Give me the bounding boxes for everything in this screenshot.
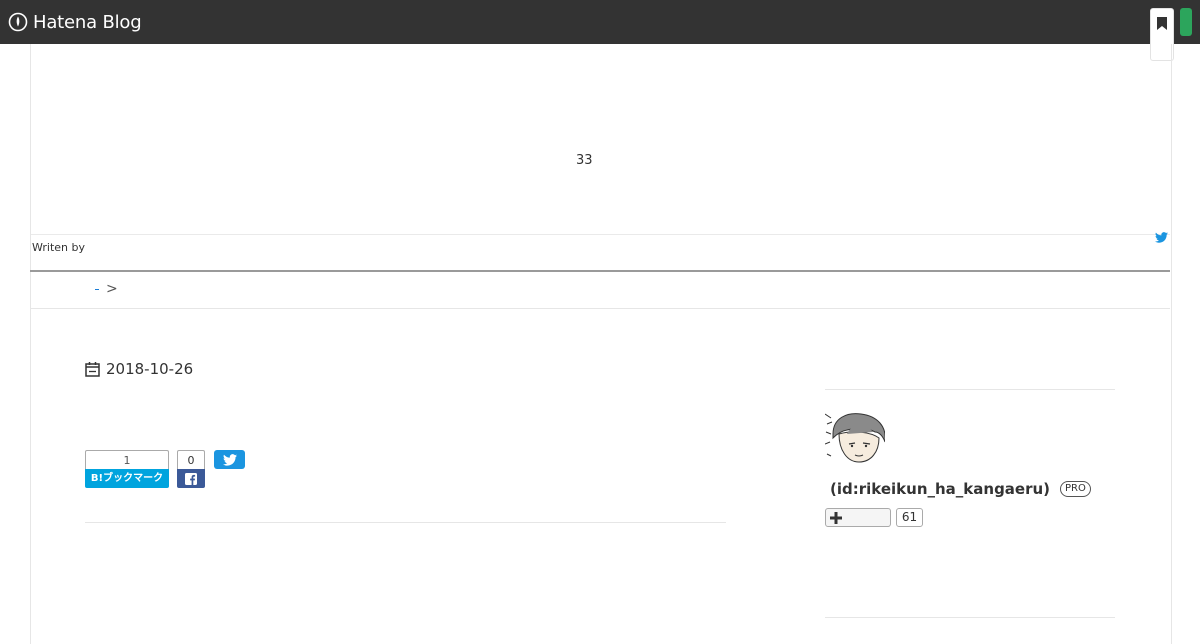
hatena-bookmark-count: 1 bbox=[85, 450, 169, 469]
hatena-bookmark-label: B!ブックマーク bbox=[85, 469, 169, 488]
twitter-share-button[interactable] bbox=[214, 450, 245, 469]
avatar-image bbox=[825, 410, 885, 465]
breadcrumb: > bbox=[30, 272, 1170, 309]
hatena-logo-icon bbox=[8, 12, 28, 32]
divider bbox=[31, 234, 1170, 235]
hatena-blog-logo[interactable]: Hatena Blog bbox=[8, 10, 142, 34]
global-header: Hatena Blog bbox=[0, 0, 1200, 44]
bookmark-icon bbox=[1157, 16, 1167, 30]
pro-badge: PRO bbox=[1060, 481, 1091, 497]
facebook-icon bbox=[185, 472, 197, 485]
twitter-icon bbox=[222, 453, 237, 466]
hatena-bookmark-button[interactable]: 1 B!ブックマーク bbox=[85, 450, 169, 488]
entry-date: 2018-10-26 bbox=[85, 360, 193, 378]
facebook-share-count: 0 bbox=[177, 450, 205, 469]
entry-count-text: 33 bbox=[576, 153, 593, 168]
follower-count: 61 bbox=[896, 508, 923, 527]
writen-by-label: Writen by bbox=[32, 241, 86, 254]
entry-date-text: 2018-10-26 bbox=[106, 360, 194, 378]
breadcrumb-separator: > bbox=[106, 281, 118, 297]
avatar[interactable] bbox=[825, 410, 885, 465]
calendar-icon bbox=[85, 362, 100, 377]
subscribe-button[interactable] bbox=[1180, 8, 1192, 36]
bookmark-button[interactable] bbox=[1151, 9, 1173, 37]
facebook-share-button[interactable]: 0 bbox=[177, 450, 205, 488]
divider bbox=[825, 389, 1115, 390]
divider bbox=[85, 522, 726, 523]
twitter-link[interactable] bbox=[1155, 228, 1168, 247]
facebook-label bbox=[177, 469, 205, 488]
main-container bbox=[30, 44, 1172, 644]
profile-name[interactable]: (id:rikeikun_ha_kangaeru) bbox=[830, 480, 1050, 498]
divider bbox=[825, 617, 1115, 618]
logo-text: Hatena Blog bbox=[33, 11, 142, 33]
twitter-icon bbox=[1155, 232, 1168, 243]
plus-icon bbox=[830, 511, 842, 524]
breadcrumb-home-link[interactable] bbox=[95, 289, 99, 290]
follow-button[interactable] bbox=[825, 508, 891, 527]
